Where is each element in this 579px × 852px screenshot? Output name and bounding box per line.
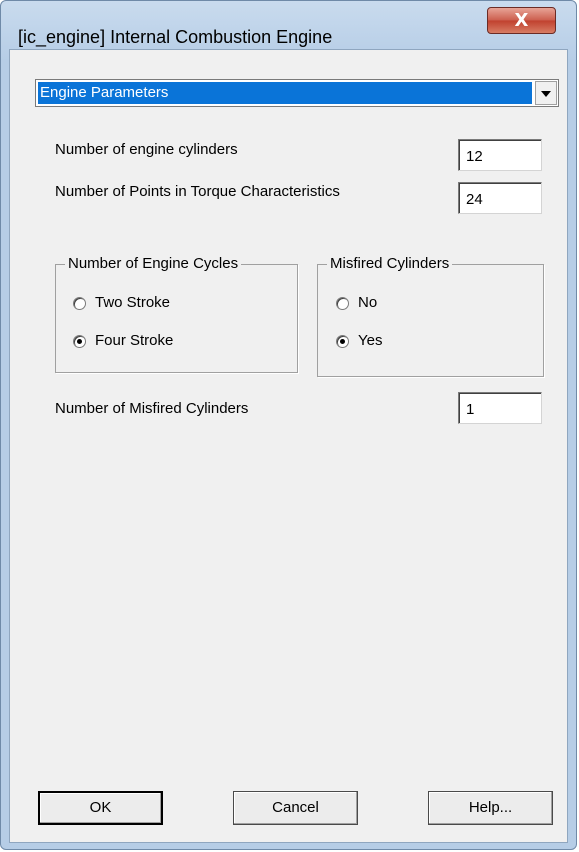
ok-button[interactable]: OK (38, 791, 163, 825)
close-icon: X (514, 10, 529, 31)
misfired-count-field[interactable]: 1 (458, 392, 542, 424)
misfired-cylinders-group: Misfired Cylinders No Yes (317, 255, 544, 377)
four-stroke-label[interactable]: Four Stroke (95, 332, 173, 349)
misfired-no-radio[interactable] (336, 297, 349, 310)
cylinders-value: 12 (466, 148, 483, 165)
cylinders-field[interactable]: 12 (458, 139, 542, 171)
help-button[interactable]: Help... (428, 791, 553, 825)
close-button[interactable]: X (487, 7, 556, 34)
torque-points-value: 24 (466, 191, 483, 208)
section-dropdown-value: Engine Parameters (38, 82, 532, 104)
misfired-cylinders-title: Misfired Cylinders (327, 255, 453, 272)
four-stroke-radio[interactable] (73, 335, 86, 348)
torque-points-label: Number of Points in Torque Characteristi… (55, 183, 340, 200)
chevron-down-icon[interactable] (535, 81, 557, 105)
misfired-yes-radio[interactable] (336, 335, 349, 348)
misfired-count-label: Number of Misfired Cylinders (55, 400, 249, 417)
title-bar: [ic_engine] Internal Combustion Engine X (1, 1, 576, 49)
dialog-window: [ic_engine] Internal Combustion Engine X… (0, 0, 577, 850)
window-title: [ic_engine] Internal Combustion Engine (18, 27, 333, 47)
two-stroke-radio[interactable] (73, 297, 86, 310)
engine-cycles-title: Number of Engine Cycles (65, 255, 242, 272)
cancel-button[interactable]: Cancel (233, 791, 358, 825)
cylinders-label: Number of engine cylinders (55, 141, 238, 158)
misfired-count-value: 1 (466, 401, 475, 418)
misfired-yes-label[interactable]: Yes (358, 332, 382, 349)
dialog-body: Engine Parameters Number of engine cylin… (9, 49, 568, 843)
engine-cycles-group: Number of Engine Cycles Two Stroke Four … (55, 255, 298, 373)
section-dropdown[interactable]: Engine Parameters (35, 79, 559, 107)
two-stroke-label[interactable]: Two Stroke (95, 294, 170, 311)
torque-points-field[interactable]: 24 (458, 182, 542, 214)
misfired-no-label[interactable]: No (358, 294, 377, 311)
